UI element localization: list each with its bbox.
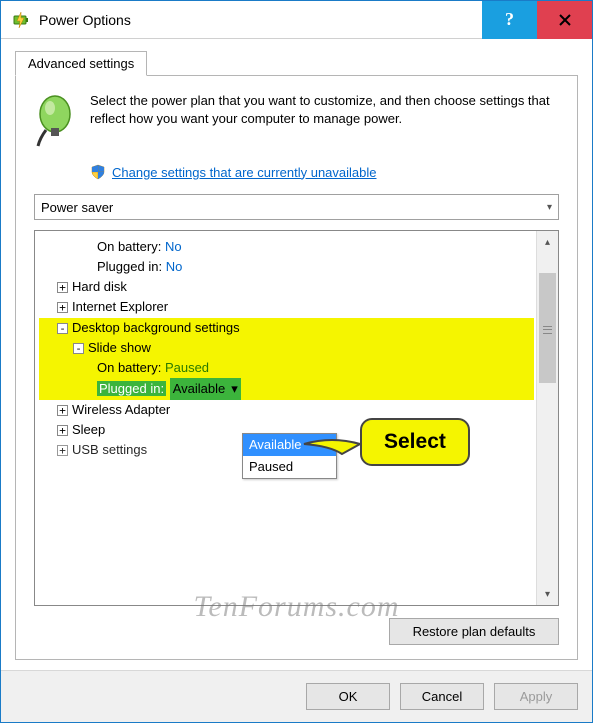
tree-row-on-battery[interactable]: On battery: No bbox=[39, 237, 534, 257]
shield-icon bbox=[90, 164, 106, 180]
tab-advanced-settings[interactable]: Advanced settings bbox=[15, 51, 147, 76]
tree-row-ss-on-battery[interactable]: On battery: Paused bbox=[39, 358, 534, 378]
dialog-button-row: OK Cancel Apply bbox=[1, 670, 592, 722]
expand-icon[interactable]: + bbox=[57, 282, 68, 293]
tree-row-hard-disk[interactable]: +Hard disk bbox=[39, 277, 534, 297]
slide-show-plugged-combo[interactable]: Available ▾ bbox=[170, 378, 241, 400]
change-settings-row: Change settings that are currently unava… bbox=[90, 164, 559, 180]
chevron-down-icon: ▾ bbox=[231, 379, 238, 399]
ok-button[interactable]: OK bbox=[306, 683, 390, 710]
cancel-button[interactable]: Cancel bbox=[400, 683, 484, 710]
tab-strip: Advanced settings bbox=[15, 51, 578, 76]
collapse-icon[interactable]: - bbox=[73, 343, 84, 354]
chevron-down-icon: ▾ bbox=[547, 202, 552, 213]
restore-defaults-button[interactable]: Restore plan defaults bbox=[389, 618, 559, 645]
description-row: Select the power plan that you want to c… bbox=[34, 92, 559, 150]
power-plan-value: Power saver bbox=[41, 200, 113, 215]
scroll-up-button[interactable]: ▴ bbox=[537, 231, 558, 253]
power-options-window: Power Options ? Advanced settings Select… bbox=[0, 0, 593, 723]
tree-row-slide-show[interactable]: -Slide show bbox=[39, 338, 534, 358]
expand-icon[interactable]: + bbox=[57, 302, 68, 313]
scroll-down-button[interactable]: ▾ bbox=[537, 583, 558, 605]
power-plan-select[interactable]: Power saver ▾ bbox=[34, 194, 559, 220]
power-plan-icon bbox=[34, 92, 76, 150]
settings-tree-container: On battery: No Plugged in: No +Hard disk… bbox=[34, 230, 559, 606]
close-button[interactable] bbox=[537, 1, 592, 39]
client-area: Advanced settings Select the power plan … bbox=[1, 39, 592, 670]
tree-row-ss-plugged-in[interactable]: Plugged in: Available ▾ bbox=[39, 378, 534, 400]
tree-row-desktop-background[interactable]: -Desktop background settings bbox=[39, 318, 534, 338]
change-settings-link[interactable]: Change settings that are currently unava… bbox=[112, 165, 377, 180]
tab-body: Select the power plan that you want to c… bbox=[15, 75, 578, 660]
titlebar: Power Options ? bbox=[1, 1, 592, 39]
scroll-thumb[interactable] bbox=[539, 273, 556, 383]
expand-icon[interactable]: + bbox=[57, 445, 68, 456]
help-button[interactable]: ? bbox=[482, 1, 537, 39]
callout-label: Select bbox=[360, 418, 470, 466]
expand-icon[interactable]: + bbox=[57, 425, 68, 436]
annotation-callout: Select bbox=[360, 418, 470, 466]
window-title: Power Options bbox=[39, 12, 482, 28]
tree-row-plugged-in[interactable]: Plugged in: No bbox=[39, 257, 534, 277]
expand-icon[interactable]: + bbox=[57, 405, 68, 416]
collapse-icon[interactable]: - bbox=[57, 323, 68, 334]
apply-button: Apply bbox=[494, 683, 578, 710]
tree-row-internet-explorer[interactable]: +Internet Explorer bbox=[39, 297, 534, 317]
battery-app-icon bbox=[11, 10, 31, 30]
description-text: Select the power plan that you want to c… bbox=[90, 92, 559, 150]
vertical-scrollbar[interactable]: ▴ ▾ bbox=[536, 231, 558, 605]
